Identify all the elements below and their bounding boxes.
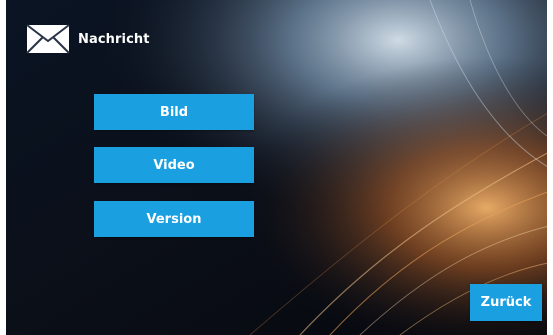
- back-button[interactable]: Zurück: [470, 284, 542, 321]
- version-button[interactable]: Version: [94, 201, 254, 237]
- bild-button[interactable]: Bild: [94, 94, 254, 130]
- video-button[interactable]: Video: [94, 147, 254, 183]
- screen-header: Nachricht: [26, 22, 150, 56]
- message-screen: Nachricht Bild Video Version Zurück: [0, 0, 553, 335]
- page-title: Nachricht: [78, 31, 150, 47]
- mail-icon: [26, 24, 70, 54]
